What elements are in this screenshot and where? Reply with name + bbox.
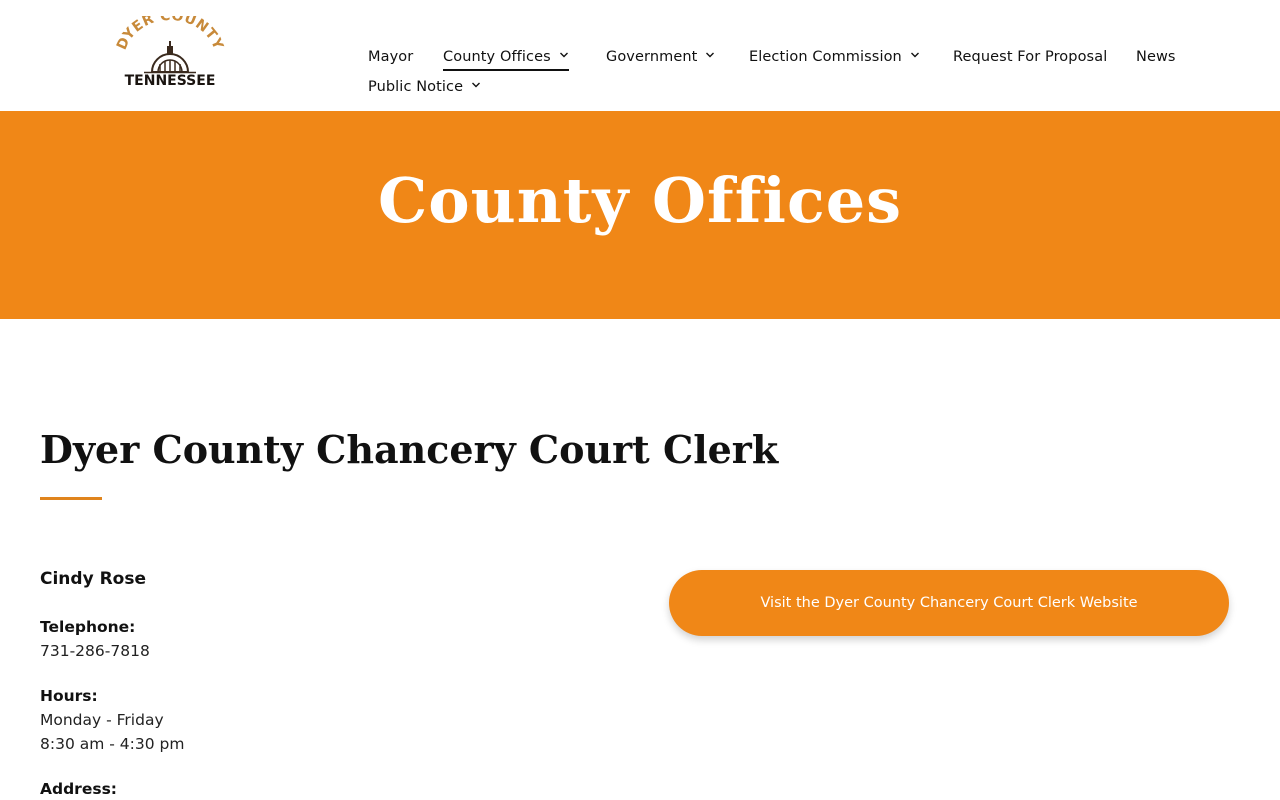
nav-item-label: Election Commission <box>749 49 902 65</box>
chevron-down-icon <box>706 52 715 58</box>
nav-item-label: Government <box>606 49 698 65</box>
banner-title: County Offices <box>377 164 903 237</box>
telephone-value: 731-286-7818 <box>40 642 150 660</box>
address-label: Address: <box>40 780 117 798</box>
hours-label: Hours: <box>40 687 98 705</box>
nav-item-mayor[interactable]: Mayor <box>368 46 413 68</box>
nav-item-public-notice[interactable]: Public Notice <box>368 76 481 98</box>
hours-days: Monday - Friday <box>40 711 164 729</box>
chevron-down-icon <box>910 52 919 58</box>
nav-item-label: Mayor <box>368 49 414 65</box>
hours-time: 8:30 am - 4:30 pm <box>40 735 185 753</box>
heading-divider <box>40 497 102 500</box>
page-title: Dyer County Chancery Court Clerk <box>40 427 779 472</box>
nav-item-request-for-proposal[interactable]: Request For Proposal <box>953 46 1107 68</box>
site-header: DYER COUNTY TENNESSEE Mayor County Offic… <box>0 0 1280 111</box>
nav-item-label: Public Notice <box>368 79 464 95</box>
nav-item-label: Request For Proposal <box>953 49 1108 65</box>
nav-item-election-commission[interactable]: Election Commission <box>749 46 920 68</box>
nav-item-government[interactable]: Government <box>606 46 715 68</box>
chevron-down-icon <box>559 52 568 58</box>
telephone-label: Telephone: <box>40 618 136 636</box>
visit-website-button[interactable]: Visit the Dyer County Chancery Court Cle… <box>669 570 1229 636</box>
nav-item-label: County Offices <box>443 49 551 65</box>
chevron-down-icon <box>472 82 481 88</box>
nav-item-county-offices[interactable]: County Offices <box>443 46 569 71</box>
courthouse-logo-icon: DYER COUNTY TENNESSEE <box>114 16 226 89</box>
nav-item-label: News <box>1136 49 1176 65</box>
dyer-county-logo[interactable]: DYER COUNTY TENNESSEE <box>114 16 226 90</box>
page-banner: County Offices <box>0 111 1280 319</box>
official-name: Cindy Rose <box>40 569 146 589</box>
nav-item-news[interactable]: News <box>1136 46 1176 68</box>
logo-sub-text: TENNESSEE <box>125 73 216 89</box>
